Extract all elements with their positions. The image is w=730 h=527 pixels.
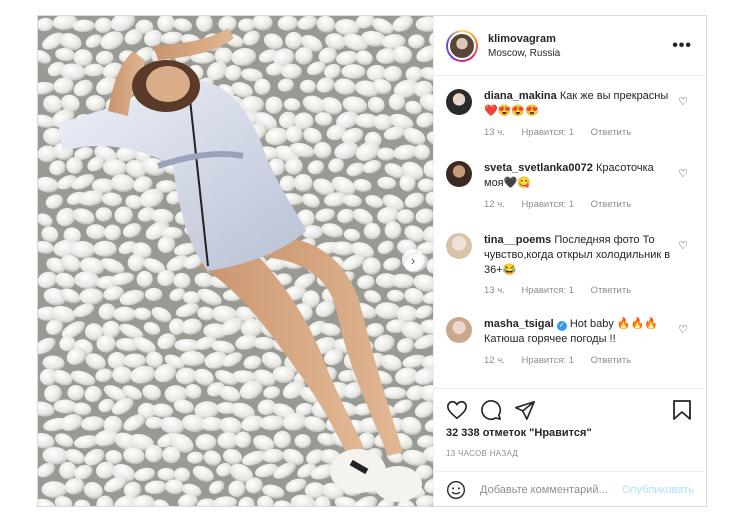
reply-button[interactable]: Ответить	[591, 355, 632, 366]
bookmark-icon[interactable]	[671, 399, 693, 421]
reply-button[interactable]: Ответить	[591, 285, 632, 296]
comment-time[interactable]: 13 ч.	[484, 127, 505, 138]
comment-likes-count[interactable]: Нравится: 1	[521, 285, 573, 296]
like-comment-heart-icon[interactable]: ♡	[678, 323, 688, 336]
reply-button[interactable]: Ответить	[591, 127, 632, 138]
comment-item: sveta_svetlanka0072 Красоточка моя🖤😋 12 …	[446, 161, 696, 223]
comment-meta: 12 ч. Нравится: 1 Ответить	[484, 199, 645, 210]
comment-bubble-icon[interactable]	[480, 399, 502, 421]
like-comment-heart-icon[interactable]: ♡	[678, 95, 688, 108]
comment-time[interactable]: 13 ч.	[484, 285, 505, 296]
like-comment-heart-icon[interactable]: ♡	[678, 167, 688, 180]
post-header: klimovagram Moscow, Russia •••	[434, 16, 706, 76]
next-photo-arrow-icon[interactable]: ›	[402, 249, 424, 271]
comment-meta: 13 ч. Нравится: 1 Ответить	[484, 285, 645, 296]
commenter-avatar[interactable]	[446, 161, 472, 187]
instagram-post: › klimovagram Moscow, Russia ••• diana_m…	[37, 15, 707, 507]
comment-likes-count[interactable]: Нравится: 1	[521, 355, 573, 366]
comment-username[interactable]: sveta_svetlanka0072	[484, 162, 593, 174]
comment-username[interactable]: masha_tsigal	[484, 318, 554, 330]
commenter-avatar[interactable]	[446, 317, 472, 343]
comment-username[interactable]: tina__poems	[484, 234, 551, 246]
comment-username[interactable]: diana_makina	[484, 90, 557, 102]
post-location[interactable]: Moscow, Russia	[488, 48, 672, 59]
author-avatar[interactable]	[446, 29, 478, 62]
post-sidebar: klimovagram Moscow, Russia ••• diana_mak…	[433, 16, 706, 506]
author-username[interactable]: klimovagram	[488, 33, 672, 45]
comment-likes-count[interactable]: Нравится: 1	[521, 199, 573, 210]
pebble	[341, 64, 366, 79]
comments-list: diana_makina Как же вы прекрасны❤️😍😍😍 13…	[434, 77, 705, 388]
comment-time[interactable]: 12 ч.	[484, 199, 505, 210]
reply-button[interactable]: Ответить	[591, 199, 632, 210]
share-send-icon[interactable]	[514, 399, 536, 421]
pebble	[144, 287, 163, 302]
comment-time[interactable]: 12 ч.	[484, 355, 505, 366]
likes-count[interactable]: 32 338 отметок "Нравится"	[446, 427, 592, 439]
like-comment-heart-icon[interactable]: ♡	[678, 239, 688, 252]
comment-input[interactable]	[480, 483, 622, 496]
verified-badge-icon: ✓	[556, 321, 567, 331]
add-comment-bar: Опубликовать	[434, 471, 705, 507]
publish-button[interactable]: Опубликовать	[622, 484, 694, 496]
comment-meta: 13 ч. Нравится: 1 Ответить	[484, 127, 645, 138]
comment-item: tina__poems Последняя фото То чувство,ко…	[446, 233, 696, 307]
comment-meta: 12 ч. Нравится: 1 Ответить	[484, 355, 645, 366]
comment-item: diana_makina Как же вы прекрасны❤️😍😍😍 13…	[446, 89, 696, 151]
post-photo[interactable]: ›	[38, 16, 433, 506]
post-actions: 32 338 отметок "Нравится" 13 ЧАСОВ НАЗАД…	[434, 388, 705, 506]
pebble	[95, 207, 113, 222]
more-options-icon[interactable]: •••	[672, 37, 692, 55]
like-heart-icon[interactable]	[446, 399, 468, 421]
commenter-avatar[interactable]	[446, 233, 472, 259]
pebble	[113, 306, 136, 322]
photo-image	[38, 16, 433, 506]
commenter-avatar[interactable]	[446, 89, 472, 115]
post-timestamp[interactable]: 13 ЧАСОВ НАЗАД	[446, 449, 518, 458]
comment-likes-count[interactable]: Нравится: 1	[521, 127, 573, 138]
comment-item: masha_tsigal ✓ Hot baby 🔥🔥🔥 Катюша горяч…	[446, 317, 696, 381]
pebble	[67, 385, 85, 401]
emoji-icon[interactable]	[446, 480, 466, 500]
